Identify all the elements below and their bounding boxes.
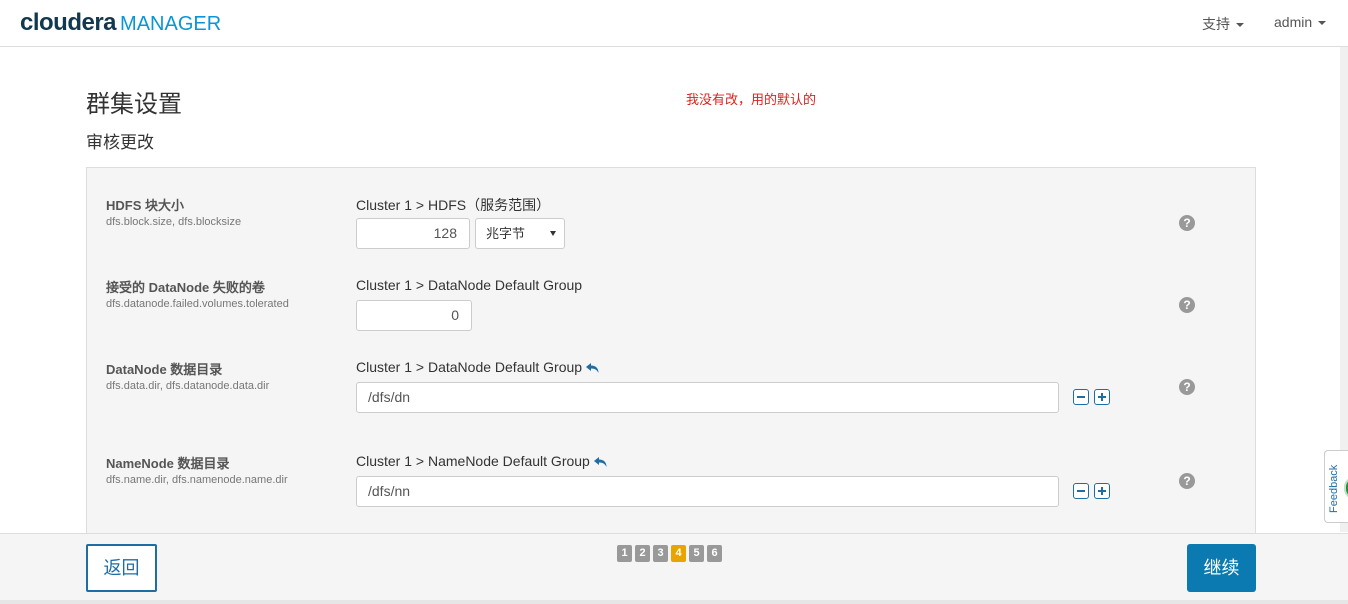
wizard-step-1[interactable]: 1 <box>617 545 632 562</box>
wizard-step-2[interactable]: 2 <box>635 545 650 562</box>
param-keys: dfs.name.dir, dfs.namenode.name.dir <box>106 474 288 486</box>
feedback-label: Feedback <box>1328 464 1340 513</box>
annotation-note: 我没有改，用的默认的 <box>686 92 817 107</box>
wizard-step-6[interactable]: 6 <box>707 545 722 562</box>
param-keys: dfs.block.size, dfs.blocksize <box>106 216 242 228</box>
param-scope-text: Cluster 1 > DataNode Default Group <box>356 359 583 375</box>
top-navbar: cloudera MANAGER 支持 admin <box>0 0 1348 47</box>
param-scope: Cluster 1 > DataNode Default Group <box>356 359 600 375</box>
continue-button[interactable]: 继续 <box>1187 544 1256 592</box>
review-changes-panel: HDFS 块大小 dfs.block.size, dfs.blocksize C… <box>86 167 1256 537</box>
back-button[interactable]: 返回 <box>86 544 157 592</box>
param-scope: Cluster 1 > NameNode Default Group <box>356 453 608 469</box>
plus-square-icon[interactable] <box>1094 389 1110 405</box>
minus-square-icon[interactable] <box>1073 389 1089 405</box>
question-circle-icon[interactable]: ? <box>1179 473 1195 489</box>
param-label: DataNode 数据目录 <box>106 362 223 377</box>
user-menu[interactable]: admin <box>1274 14 1327 30</box>
wizard-footer: 返回 1 2 3 4 5 6 继续 <box>0 533 1348 604</box>
question-circle-icon[interactable]: ? <box>1179 297 1195 313</box>
cloudera-manager-logo[interactable]: cloudera MANAGER <box>20 9 221 37</box>
question-circle-icon[interactable]: ? <box>1179 379 1195 395</box>
param-label: HDFS 块大小 <box>106 198 185 213</box>
block-size-unit-select[interactable]: 兆字节 <box>475 218 565 249</box>
page-subtitle: 审核更改 <box>86 133 154 152</box>
param-keys: dfs.datanode.failed.volumes.tolerated <box>106 298 289 310</box>
param-scope-text: Cluster 1 > NameNode Default Group <box>356 453 590 469</box>
wizard-step-5[interactable]: 5 <box>689 545 704 562</box>
param-scope: Cluster 1 > HDFS（服务范围） <box>356 197 551 213</box>
namenode-dir-input[interactable]: /dfs/nn <box>356 476 1059 507</box>
feedback-indicator-icon <box>1344 477 1348 499</box>
param-keys: dfs.data.dir, dfs.datanode.data.dir <box>106 380 270 392</box>
undo-arrow-icon[interactable] <box>593 457 608 468</box>
block-size-input[interactable]: 128 <box>356 218 470 249</box>
page-title: 群集设置 <box>86 91 182 118</box>
caret-down-icon <box>1318 21 1327 26</box>
param-scope: Cluster 1 > DataNode Default Group <box>356 277 583 293</box>
user-menu-label: admin <box>1274 14 1313 30</box>
param-label: 接受的 DataNode 失败的卷 <box>106 280 265 295</box>
unit-select-value: 兆字节 <box>486 226 526 241</box>
caret-down-icon <box>1236 23 1244 28</box>
param-label: NameNode 数据目录 <box>106 456 230 471</box>
feedback-tab[interactable]: Feedback <box>1324 450 1348 523</box>
undo-arrow-icon[interactable] <box>586 363 600 374</box>
select-arrow-icon <box>550 231 556 236</box>
question-circle-icon[interactable]: ? <box>1179 215 1195 231</box>
wizard-step-4-current[interactable]: 4 <box>671 545 686 562</box>
plus-square-icon[interactable] <box>1094 483 1110 499</box>
logo-product: MANAGER <box>120 13 222 35</box>
failed-volumes-input[interactable]: 0 <box>356 300 472 331</box>
wizard-step-3[interactable]: 3 <box>653 545 668 562</box>
minus-square-icon[interactable] <box>1073 483 1089 499</box>
logo-brand: cloudera <box>20 9 117 36</box>
datanode-dir-input[interactable]: /dfs/dn <box>356 382 1059 413</box>
wizard-step-indicator: 1 2 3 4 5 6 <box>617 545 722 562</box>
support-menu-label: 支持 <box>1202 16 1230 32</box>
support-menu[interactable]: 支持 <box>1202 14 1244 34</box>
